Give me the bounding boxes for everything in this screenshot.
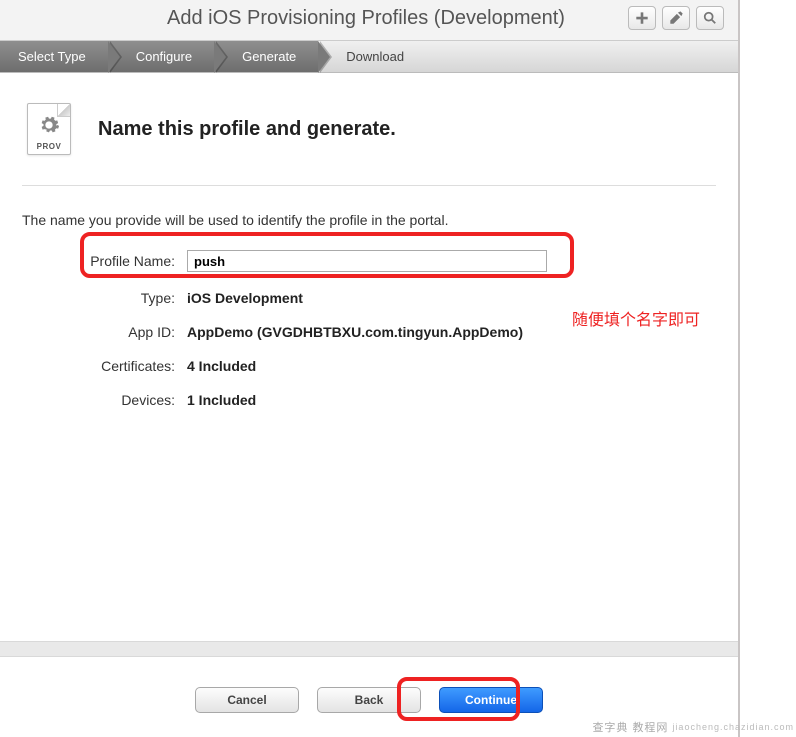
header-actions — [628, 6, 724, 30]
add-button[interactable] — [628, 6, 656, 30]
cancel-button[interactable]: Cancel — [195, 687, 299, 713]
type-label: Type: — [22, 290, 187, 306]
appid-label: App ID: — [22, 324, 187, 340]
divider — [22, 185, 716, 186]
help-text: The name you provide will be used to ide… — [0, 212, 738, 250]
continue-button[interactable]: Continue — [439, 687, 543, 713]
section-heading: Name this profile and generate. — [98, 118, 396, 141]
search-icon — [703, 11, 717, 25]
profile-name-input[interactable] — [187, 250, 547, 272]
devices-label: Devices: — [22, 392, 187, 408]
page-header: Add iOS Provisioning Profiles (Developme… — [0, 0, 738, 40]
type-value: iOS Development — [187, 290, 303, 306]
certificates-value: 4 Included — [187, 358, 256, 374]
intro-section: PROV Name this profile and generate. — [0, 73, 738, 181]
certificates-label: Certificates: — [22, 358, 187, 374]
back-button[interactable]: Back — [317, 687, 421, 713]
plus-icon — [635, 11, 649, 25]
step-select-type[interactable]: Select Type — [0, 41, 108, 72]
annotation-text: 随便填个名字即可 — [572, 306, 700, 330]
provisioning-profile-icon: PROV — [24, 99, 74, 159]
page-title: Add iOS Provisioning Profiles (Developme… — [104, 7, 628, 30]
step-download[interactable]: Download — [318, 41, 426, 72]
edit-icon — [669, 11, 683, 25]
devices-value: 1 Included — [187, 392, 256, 408]
main-content: PROV Name this profile and generate. The… — [0, 73, 738, 641]
appid-value: AppDemo (GVGDHBTBXU.com.tingyun.AppDemo) — [187, 324, 523, 340]
footer-separator — [0, 641, 738, 657]
profile-name-label: Profile Name: — [22, 253, 187, 269]
watermark: 查字典 教程网 jiaocheng.chazidian.com — [592, 719, 794, 735]
step-generate[interactable]: Generate — [214, 41, 318, 72]
wizard-steps: Select Type Configure Generate Download — [0, 40, 738, 73]
edit-button[interactable] — [662, 6, 690, 30]
search-button[interactable] — [696, 6, 724, 30]
step-configure[interactable]: Configure — [108, 41, 214, 72]
profile-form: Profile Name: Type: iOS Development 随便填个… — [0, 250, 738, 408]
gear-icon — [38, 114, 60, 136]
